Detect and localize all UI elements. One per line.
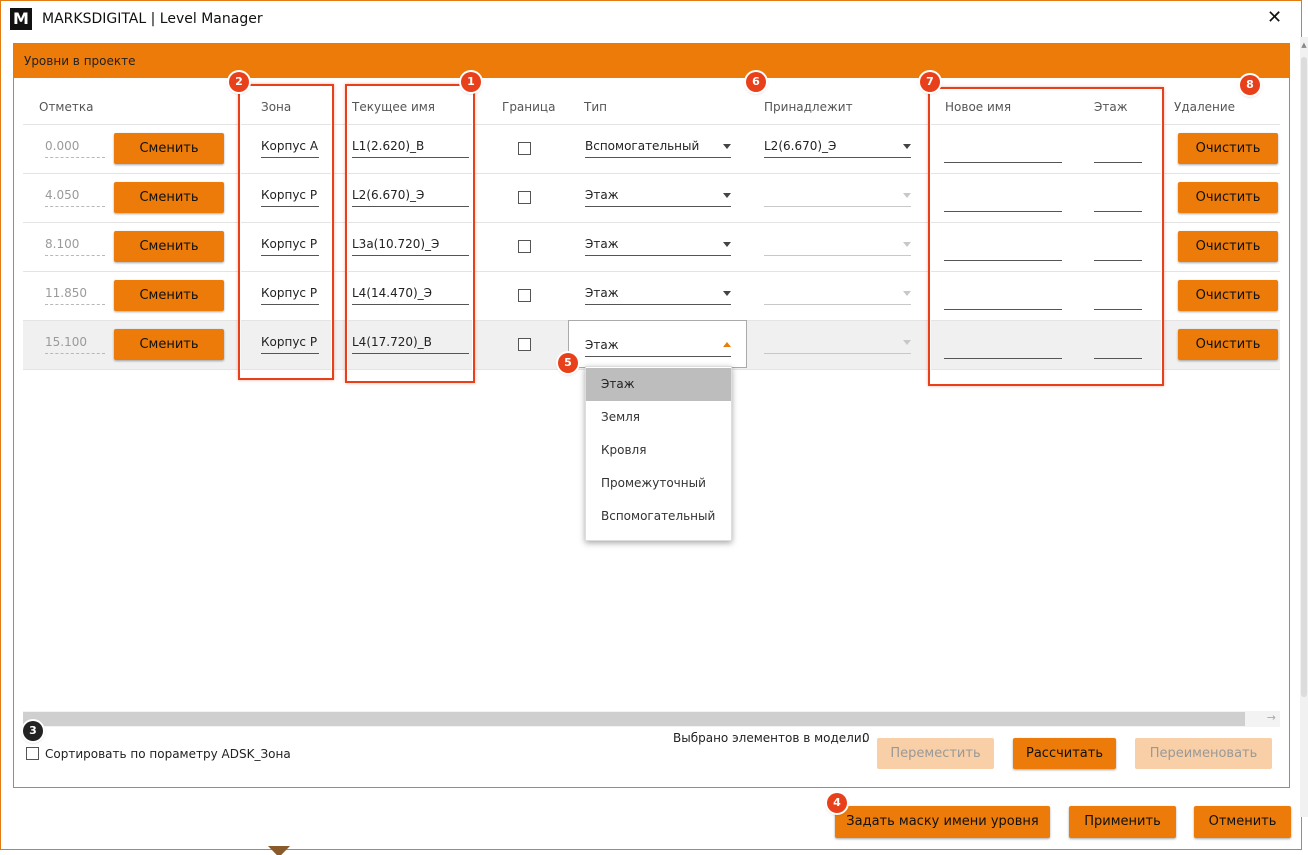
decorative-mark [268, 846, 290, 855]
rename-button[interactable]: Переименовать [1135, 738, 1272, 769]
annotation-badge-4: 4 [827, 793, 847, 813]
elevation-value: 15.100 [45, 335, 105, 354]
change-elevation-button[interactable]: Сменить [114, 182, 224, 213]
header-belongs: Принадлежит [764, 100, 853, 114]
dropdown-option[interactable]: Этаж [586, 368, 731, 401]
vertical-scrollbar[interactable]: ▲ [1300, 37, 1308, 817]
vertical-scroll-thumb[interactable] [1301, 57, 1307, 697]
horizontal-scrollbar[interactable]: → [23, 711, 1280, 727]
calculate-button[interactable]: Рассчитать [1013, 738, 1116, 769]
type-combo-value: Этаж [585, 338, 619, 352]
annotation-badge-2: 2 [229, 72, 249, 92]
header-type: Тип [584, 100, 607, 114]
annotation-badge-7: 7 [920, 72, 940, 92]
chevron-down-icon [903, 291, 911, 296]
chevron-down-icon [723, 193, 731, 198]
change-elevation-button[interactable]: Сменить [114, 280, 224, 311]
set-level-name-mask-button[interactable]: Задать маску имени уровня [835, 806, 1050, 838]
dropdown-option[interactable]: Кровля [586, 434, 731, 467]
belongs-combo [764, 236, 911, 256]
chevron-down-icon [903, 144, 911, 149]
boundary-checkbox[interactable] [518, 338, 531, 351]
header-delete: Удаление [1174, 100, 1236, 114]
type-combo-row-5[interactable]: Этаж [585, 337, 731, 357]
sort-by-zone-label: Сортировать по пораметру ADSK_Зона [45, 747, 291, 761]
window-title: MARKSDIGITAL | Level Manager [42, 11, 263, 27]
type-combo-value: Вспомогательный [585, 139, 700, 153]
boundary-checkbox[interactable] [518, 142, 531, 155]
belongs-combo [764, 334, 911, 354]
group-header: Уровни в проекте [14, 44, 1289, 78]
clear-button[interactable]: Очистить [1178, 133, 1278, 164]
apply-button[interactable]: Применить [1069, 806, 1176, 838]
type-combo-value: Этаж [585, 188, 619, 202]
belongs-combo [764, 187, 911, 207]
cancel-button[interactable]: Отменить [1194, 806, 1291, 838]
chevron-up-icon [723, 342, 731, 347]
header-boundary: Граница [502, 100, 556, 114]
elevation-value: 4.050 [45, 188, 105, 207]
scroll-right-icon[interactable]: → [1267, 711, 1276, 724]
selected-elements-count: 0 [862, 731, 870, 745]
sort-by-zone-checkbox[interactable] [26, 747, 39, 760]
annotation-badge-5: 5 [558, 353, 578, 373]
elevation-value: 0.000 [45, 139, 105, 158]
marksdigital-logo: M [10, 8, 32, 30]
clear-button[interactable]: Очистить [1178, 182, 1278, 213]
clear-button[interactable]: Очистить [1178, 231, 1278, 262]
move-button[interactable]: Переместить [877, 738, 994, 769]
annotation-badge-3: 3 [23, 721, 43, 741]
annotation-badge-1: 1 [461, 72, 481, 92]
boundary-checkbox[interactable] [518, 191, 531, 204]
scroll-up-icon[interactable]: ▲ [1300, 41, 1308, 49]
clear-button[interactable]: Очистить [1178, 280, 1278, 311]
type-combo[interactable]: Вспомогательный [585, 138, 731, 158]
belongs-combo[interactable]: L2(6.670)_Э [764, 138, 911, 158]
selected-elements-label: Выбрано элементов в модели: [673, 731, 866, 745]
type-combo-value: Этаж [585, 286, 619, 300]
close-icon[interactable]: ✕ [1267, 7, 1282, 28]
belongs-combo [764, 285, 911, 305]
chevron-down-icon [903, 193, 911, 198]
dropdown-option[interactable]: Земля [586, 401, 731, 434]
type-combo[interactable]: Этаж [585, 236, 731, 256]
annotation-box-new-name [928, 87, 1164, 386]
annotation-badge-6: 6 [746, 72, 766, 92]
chevron-down-icon [723, 144, 731, 149]
clear-button[interactable]: Очистить [1178, 329, 1278, 360]
elevation-value: 8.100 [45, 237, 105, 256]
title-bar: M MARKSDIGITAL | Level Manager ✕ [1, 1, 1301, 37]
group-title: Уровни в проекте [24, 54, 136, 68]
boundary-checkbox[interactable] [518, 289, 531, 302]
horizontal-scroll-thumb[interactable] [23, 712, 1245, 726]
change-elevation-button[interactable]: Сменить [114, 231, 224, 262]
dropdown-option[interactable]: Вспомогательный [586, 500, 731, 533]
change-elevation-button[interactable]: Сменить [114, 133, 224, 164]
chevron-down-icon [903, 242, 911, 247]
type-dropdown: Этаж Земля Кровля Промежуточный Вспомога… [585, 366, 732, 541]
header-elevation: Отметка [39, 100, 94, 114]
type-combo[interactable]: Этаж [585, 285, 731, 305]
type-combo[interactable]: Этаж [585, 187, 731, 207]
annotation-box-zone [238, 84, 334, 380]
type-combo-value: Этаж [585, 237, 619, 251]
boundary-checkbox[interactable] [518, 240, 531, 253]
dropdown-option[interactable]: Промежуточный [586, 467, 731, 500]
annotation-badge-8: 8 [1240, 75, 1260, 95]
chevron-down-icon [723, 291, 731, 296]
annotation-box-current-name [345, 84, 475, 383]
belongs-combo-value: L2(6.670)_Э [764, 139, 837, 153]
elevation-value: 11.850 [45, 286, 105, 305]
change-elevation-button[interactable]: Сменить [114, 329, 224, 360]
chevron-down-icon [723, 242, 731, 247]
chevron-down-icon [903, 340, 911, 345]
